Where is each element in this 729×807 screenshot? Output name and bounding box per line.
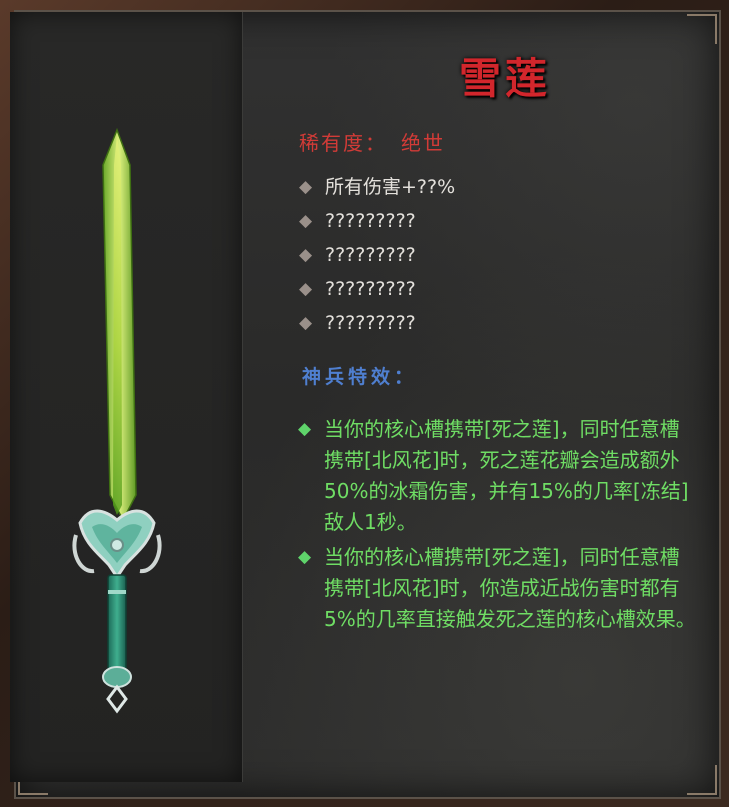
rarity-value: 绝世 — [401, 131, 445, 155]
rarity-line: 稀有度： 绝世 — [299, 127, 445, 156]
rarity-label: 稀有度： — [299, 131, 387, 155]
diamond-icon: ◆ — [299, 279, 313, 299]
jade-sword-image — [72, 127, 162, 714]
stat-line: ◆ 所有伤害+??% — [299, 170, 455, 204]
item-name: 雪莲 — [458, 54, 551, 103]
diamond-icon: ◆ — [299, 245, 313, 265]
special-effect-item: ◆ 当你的核心槽携带[死之莲]，同时任意槽携带[北风花]时，死之莲花瓣会造成额外… — [298, 414, 708, 538]
stat-list: ◆ 所有伤害+??% ◆????????? ◆????????? ◆???????… — [299, 170, 455, 340]
special-effects-heading: 神兵特效： — [302, 366, 418, 388]
tooltip-frame: 雪莲 稀有度： 绝世 ◆ 所有伤害+??% ◆????????? ◆????????… — [0, 0, 729, 807]
stat-text: ????????? — [325, 244, 416, 266]
diamond-icon: ◆ — [299, 211, 313, 231]
stat-text: ????????? — [325, 210, 416, 232]
stat-text: ????????? — [325, 278, 416, 300]
special-effect-text: 当你的核心槽携带[死之莲]，同时任意槽携带[北风花]时，死之莲花瓣会造成额外50… — [324, 417, 689, 534]
frame-corner-ornament — [687, 14, 717, 44]
stat-line: ◆????????? — [299, 306, 455, 340]
stat-text: ????????? — [325, 312, 416, 334]
frame-corner-ornament — [687, 765, 717, 795]
special-effect-text: 当你的核心槽携带[死之莲]，同时任意槽携带[北风花]时，你造成近战伤害时都有5%… — [324, 545, 696, 631]
green-diamond-icon: ◆ — [298, 419, 312, 439]
green-diamond-icon: ◆ — [298, 547, 312, 567]
stat-text: 所有伤害+??% — [325, 176, 456, 198]
special-effect-item: ◆ 当你的核心槽携带[死之莲]，同时任意槽携带[北风花]时，你造成近战伤害时都有… — [298, 542, 708, 635]
diamond-icon: ◆ — [299, 177, 313, 197]
stat-line: ◆????????? — [299, 238, 455, 272]
diamond-icon: ◆ — [299, 313, 313, 333]
special-effect-list: ◆ 当你的核心槽携带[死之莲]，同时任意槽携带[北风花]时，死之莲花瓣会造成额外… — [298, 414, 708, 639]
stat-line: ◆????????? — [299, 272, 455, 306]
stat-line: ◆????????? — [299, 204, 455, 238]
